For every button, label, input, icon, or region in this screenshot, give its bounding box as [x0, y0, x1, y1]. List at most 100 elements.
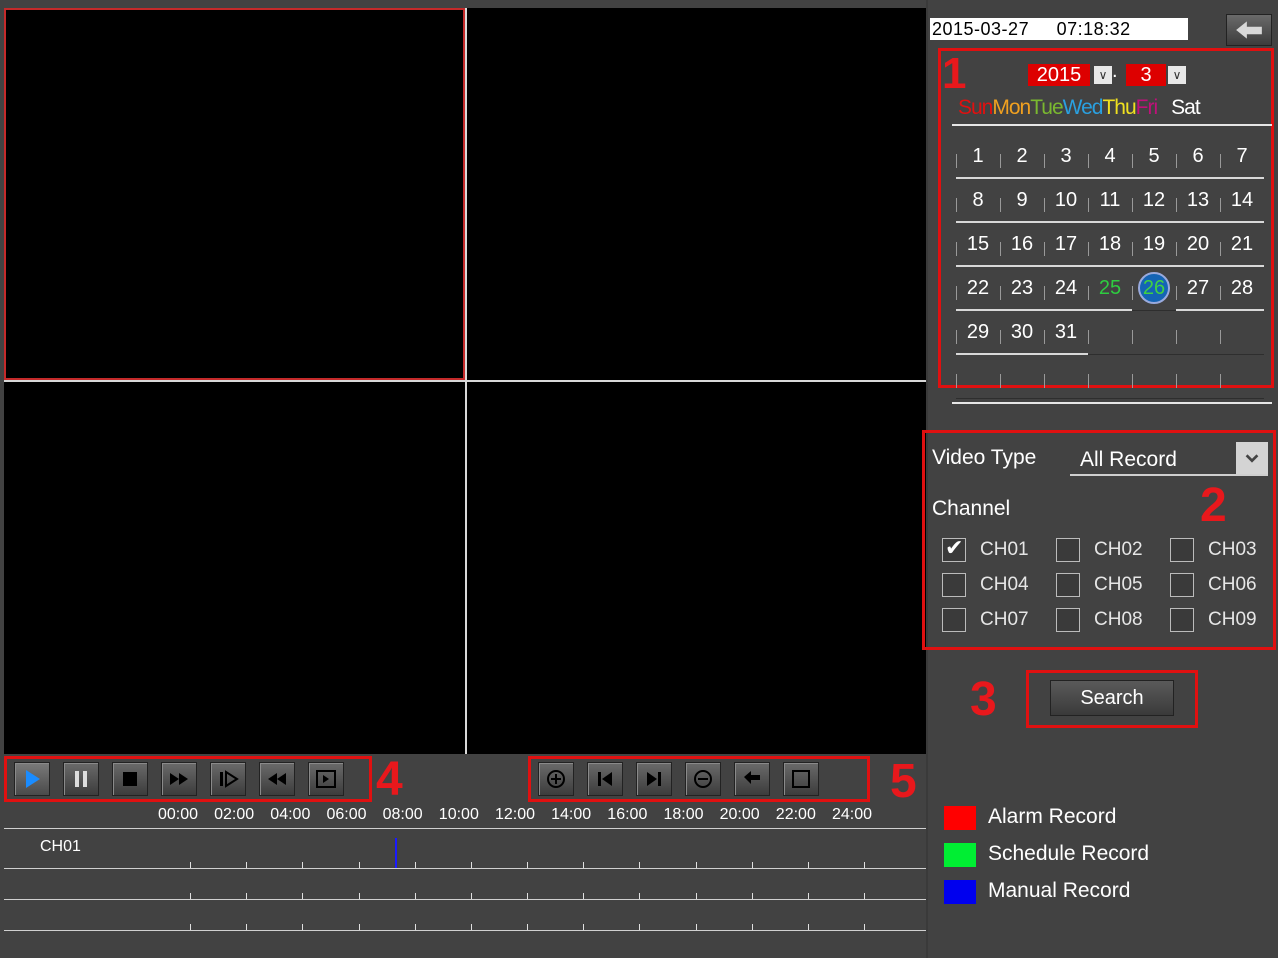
channel-label-8: CH08	[1094, 609, 1143, 630]
video-pane-3[interactable]	[4, 382, 465, 754]
hour-tick-label: 12:00	[494, 806, 536, 823]
single-frame-button[interactable]	[308, 762, 344, 796]
region-number-4: 4	[376, 753, 403, 806]
day-number: 3	[1060, 145, 1072, 167]
rewind-button[interactable]	[259, 762, 295, 796]
zoom-in-button[interactable]	[538, 762, 574, 796]
zoom-out-button[interactable]	[685, 762, 721, 796]
play-button[interactable]	[14, 762, 50, 796]
video-pane-1[interactable]	[4, 8, 465, 380]
slow-play-button[interactable]	[210, 762, 246, 796]
video-pane-2[interactable]	[467, 8, 926, 380]
calendar-day-4[interactable]: 4	[1088, 136, 1132, 179]
calendar-day-9[interactable]: 9	[1000, 180, 1044, 223]
video-pane-4[interactable]	[467, 382, 926, 754]
manual-record-marker[interactable]	[395, 838, 397, 868]
calendar-day-1[interactable]: 1	[956, 136, 1000, 179]
calendar-day-22[interactable]: 22	[956, 268, 1000, 311]
calendar-day-11[interactable]: 11	[1088, 180, 1132, 223]
cell-separator	[1044, 198, 1045, 212]
channel-label: Channel	[932, 497, 1011, 520]
calendar-day-10[interactable]: 10	[1044, 180, 1088, 223]
calendar-day-31[interactable]: 31	[1044, 312, 1088, 355]
calendar-day-8[interactable]: 8	[956, 180, 1000, 223]
calendar-day-29[interactable]: 29	[956, 312, 1000, 355]
calendar-day-23[interactable]: 23	[1000, 268, 1044, 311]
day-number: 6	[1192, 145, 1204, 167]
calendar-day-25[interactable]: 25	[1088, 268, 1132, 311]
selected-day-marker: 26	[1138, 272, 1170, 304]
calendar-day-19[interactable]: 19	[1132, 224, 1176, 267]
stop-button[interactable]	[112, 762, 148, 796]
calendar-day-15[interactable]: 15	[956, 224, 1000, 267]
calendar-day-3[interactable]: 3	[1044, 136, 1088, 179]
channel-checkbox-5[interactable]	[1056, 573, 1080, 597]
year-dropdown-icon[interactable]: ∨	[1094, 66, 1112, 84]
channel-label-2: CH02	[1094, 539, 1143, 560]
calendar-day-28[interactable]: 28	[1220, 268, 1264, 311]
fullscreen-button[interactable]	[783, 762, 819, 796]
calendar-day-17[interactable]: 17	[1044, 224, 1088, 267]
cell-separator	[1044, 330, 1045, 344]
timeline[interactable]: 00:00 02:00 04:00 06:00 08:00 10:00 12:00 14:00…	[4, 806, 926, 958]
day-number: 24	[1054, 277, 1078, 299]
day-number: 8	[972, 189, 984, 211]
weekday-header: Sun Mon Tue Wed Thu Fri Sat	[958, 96, 1268, 122]
channel-checkbox-7[interactable]	[942, 608, 966, 632]
year-select[interactable]: 2015	[1028, 64, 1090, 86]
fullscreen-icon	[792, 770, 810, 788]
calendar-day-24[interactable]: 24	[1044, 268, 1088, 311]
cell-separator	[956, 198, 957, 212]
calendar-day-6[interactable]: 6	[1176, 136, 1220, 179]
pause-button[interactable]	[63, 762, 99, 796]
calendar-day-20[interactable]: 20	[1176, 224, 1220, 267]
cell-separator	[1176, 330, 1177, 344]
cell-separator	[1176, 374, 1177, 388]
channel-checkbox-1[interactable]: ✔	[942, 535, 966, 562]
calendar-day-12[interactable]: 12	[1132, 180, 1176, 223]
month-dropdown-icon[interactable]: ∨	[1168, 66, 1186, 84]
calendar-empty-cell	[1176, 356, 1220, 399]
back-button[interactable]	[734, 762, 770, 796]
channel-checkbox-6[interactable]	[1170, 573, 1194, 597]
timeline-row-2[interactable]	[4, 869, 926, 900]
calendar-day-18[interactable]: 18	[1088, 224, 1132, 267]
day-number: 30	[1010, 321, 1034, 343]
timeline-tick	[695, 924, 697, 930]
channel-checkbox-3[interactable]	[1170, 538, 1194, 562]
month-select[interactable]: 3	[1126, 64, 1166, 86]
calendar-day-26[interactable]: 26	[1132, 268, 1176, 311]
calendar-day-30[interactable]: 30	[1000, 312, 1044, 355]
calendar-day-16[interactable]: 16	[1000, 224, 1044, 267]
fast-forward-button[interactable]	[161, 762, 197, 796]
timeline-tick	[807, 893, 809, 899]
calendar-day-21[interactable]: 21	[1220, 224, 1264, 267]
calendar-empty-cell	[1044, 356, 1088, 399]
zoom-out-icon	[694, 770, 712, 788]
calendar-day-14[interactable]: 14	[1220, 180, 1264, 223]
calendar-day-5[interactable]: 5	[1132, 136, 1176, 179]
hour-tick-label: 22:00	[775, 806, 816, 823]
search-button[interactable]: Search	[1050, 680, 1174, 716]
calendar-day-13[interactable]: 13	[1176, 180, 1220, 223]
timeline-row-3[interactable]	[4, 900, 926, 931]
timeline-tick	[751, 924, 753, 930]
exit-button[interactable]	[1226, 14, 1272, 46]
calendar-day-27[interactable]: 27	[1176, 268, 1220, 311]
previous-button[interactable]	[587, 762, 623, 796]
timeline-row-1[interactable]: CH01	[4, 838, 926, 869]
timeline-tick	[358, 893, 360, 899]
timeline-tick	[470, 924, 472, 930]
channel-checkbox-2[interactable]	[1056, 538, 1080, 562]
chevron-down-icon[interactable]	[1236, 442, 1268, 474]
timeline-tick	[190, 893, 191, 899]
calendar-empty-cell	[1000, 356, 1044, 399]
timeline-tick	[639, 862, 641, 868]
calendar-day-2[interactable]: 2	[1000, 136, 1044, 179]
channel-checkbox-4[interactable]	[942, 573, 966, 597]
channel-checkbox-9[interactable]	[1170, 608, 1194, 632]
channel-checkbox-8[interactable]	[1056, 608, 1080, 632]
video-type-select[interactable]: All Record	[1070, 442, 1268, 476]
next-button[interactable]	[636, 762, 672, 796]
calendar-day-7[interactable]: 7	[1220, 136, 1264, 179]
